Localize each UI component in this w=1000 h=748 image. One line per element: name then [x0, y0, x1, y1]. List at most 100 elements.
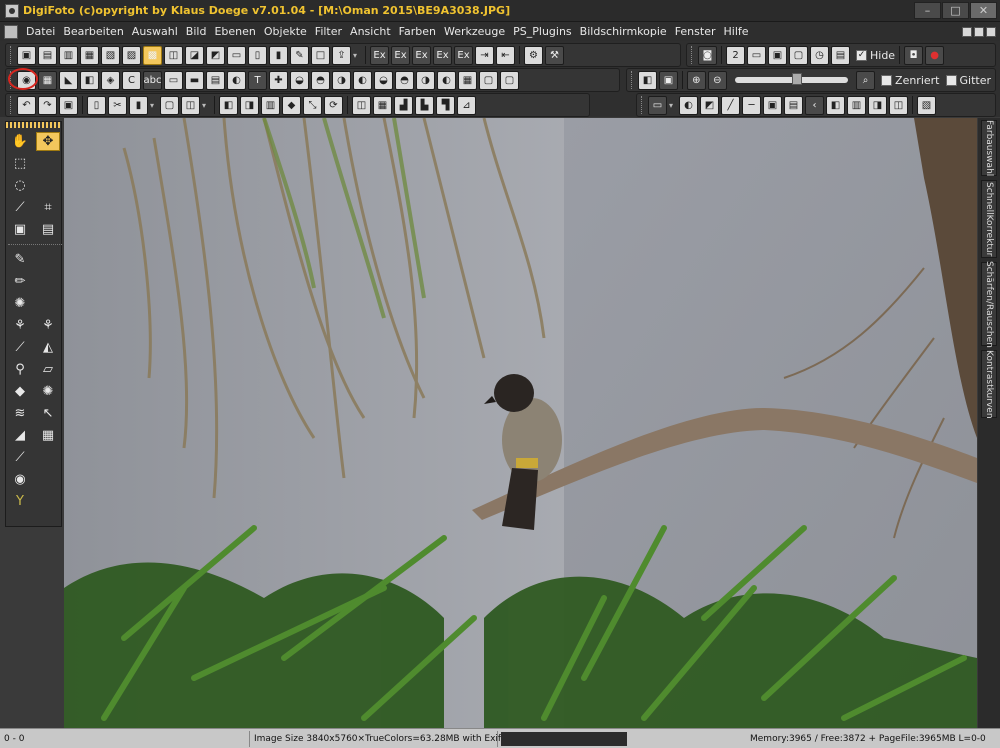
two-view-icon[interactable]: 2	[726, 45, 745, 65]
copy-icon[interactable]: C	[122, 70, 141, 90]
clone-stamp-tool-icon[interactable]: ⚘	[8, 316, 32, 335]
eye-7-icon[interactable]: ◑	[416, 70, 435, 90]
compare-icon[interactable]: ◫	[352, 95, 371, 115]
exif-4-icon[interactable]: Ex	[433, 45, 452, 65]
brush-shape-icon[interactable]: ◐	[679, 95, 698, 115]
save-icon[interactable]: ▦	[80, 45, 99, 65]
layers-icon[interactable]: ◩	[206, 45, 225, 65]
histogram-3-icon[interactable]: ▜	[436, 95, 455, 115]
undo-icon[interactable]: ↶	[17, 95, 36, 115]
grid-checkbox-box[interactable]	[945, 74, 957, 86]
gradient-eraser-tool-icon[interactable]: ◢	[8, 426, 32, 445]
dodge-tool-icon[interactable]: ⚲	[8, 360, 32, 379]
pen-line-icon[interactable]: ╱	[721, 95, 740, 115]
toolbar-grip[interactable]	[641, 96, 644, 114]
menu-farben[interactable]: Farben	[395, 25, 440, 38]
rounded-square-icon[interactable]: ▢	[500, 70, 519, 90]
paste-tool-icon[interactable]: ▤	[36, 220, 60, 239]
projector-icon[interactable]: ◘	[904, 45, 924, 65]
menu-auswahl[interactable]: Auswahl	[128, 25, 182, 38]
diagonal-icon[interactable]: ◩	[700, 95, 719, 115]
layer-merge-icon[interactable]: ◧	[80, 70, 99, 90]
image-frame-icon[interactable]: ▣	[763, 95, 782, 115]
arrow-left-icon[interactable]: ‹	[805, 95, 824, 115]
toolbar-grip[interactable]	[10, 71, 13, 89]
menu-objekte[interactable]: Objekte	[260, 25, 311, 38]
eraser-tool-icon[interactable]: ▱	[36, 360, 60, 379]
clipboard-icon[interactable]: ▯	[248, 45, 267, 65]
rectangle-shape-icon[interactable]: ▭	[648, 95, 667, 115]
distort-tool-icon[interactable]: ≋	[8, 404, 32, 423]
hide-checkbox-box[interactable]: ✓	[856, 49, 867, 61]
snapshot-icon[interactable]: ▣	[59, 95, 78, 115]
measure-icon[interactable]: ⊿	[457, 95, 476, 115]
document-copy-icon[interactable]: ▮	[269, 45, 288, 65]
frame-icon[interactable]: ▭	[164, 70, 183, 90]
tab-farbauswahl[interactable]: Farbauswahl	[981, 120, 997, 176]
open-folder-icon[interactable]: ▤	[38, 45, 57, 65]
maximize-button[interactable]: □	[942, 2, 969, 19]
menu-datei[interactable]: Datei	[22, 25, 59, 38]
menu-ansicht[interactable]: Ansicht	[346, 25, 395, 38]
effect-icon[interactable]: ◈	[101, 70, 120, 90]
browser-icon[interactable]: ◫	[164, 45, 183, 65]
batch-icon[interactable]: ▦	[373, 95, 392, 115]
window-view-icon[interactable]: ▢	[789, 45, 808, 65]
share-icon[interactable]: ⇪	[332, 45, 351, 65]
balance-icon[interactable]: ▥	[261, 95, 280, 115]
centered-checkbox-box[interactable]	[881, 74, 893, 86]
pointer-tool-icon[interactable]: ↖	[36, 404, 60, 423]
document-icon[interactable]	[4, 24, 18, 39]
menu-ebenen[interactable]: Ebenen	[210, 25, 259, 38]
save-tool-icon[interactable]: ▣	[8, 220, 32, 239]
hide-checkbox[interactable]: ✓ Hide	[856, 49, 895, 62]
tools-icon[interactable]: ✎	[290, 45, 309, 65]
bucket-fill-tool-icon[interactable]: ◭	[36, 338, 60, 357]
save-as-icon[interactable]: ▧	[101, 45, 120, 65]
stamp-icon[interactable]: ◉	[17, 70, 36, 90]
exif-5-icon[interactable]: Ex	[454, 45, 473, 65]
toolbar-grip[interactable]	[631, 71, 634, 89]
text-abc-icon[interactable]: abc	[143, 70, 162, 90]
object-settings-icon[interactable]: ▧	[917, 95, 936, 115]
object-arrange-icon[interactable]: ◨	[868, 95, 887, 115]
histogram-2-icon[interactable]: ▙	[415, 95, 434, 115]
menu-filter[interactable]: Filter	[311, 25, 346, 38]
scanner-icon[interactable]: ◪	[185, 45, 204, 65]
grayscale-icon[interactable]: ◐	[227, 70, 246, 90]
settings-gear-icon[interactable]: ⚙	[524, 45, 543, 65]
eye-4-icon[interactable]: ◐	[353, 70, 372, 90]
brush-tool-icon[interactable]: ✎	[8, 250, 32, 269]
exif-1-icon[interactable]: Ex	[370, 45, 389, 65]
duplicate-dropdown-icon[interactable]: ▾	[202, 101, 210, 110]
smudge-tool-icon[interactable]: ✺	[8, 294, 32, 313]
tab-schnellkorrektur[interactable]: SchnellKorrektur	[981, 180, 997, 258]
eye-5-icon[interactable]: ◒	[374, 70, 393, 90]
toolbar-grip[interactable]	[10, 46, 13, 64]
histogram-1-icon[interactable]: ▟	[394, 95, 413, 115]
menu-fenster[interactable]: Fenster	[671, 25, 720, 38]
gradient-icon[interactable]: ◣	[59, 70, 78, 90]
pencil-tool-icon[interactable]: ✏	[8, 272, 32, 291]
heal-tool-icon[interactable]: ⚘	[36, 316, 60, 335]
panorama-icon[interactable]: ▬	[185, 70, 204, 90]
open-recent-icon[interactable]: ▥	[59, 45, 78, 65]
eye-8-icon[interactable]: ◐	[437, 70, 456, 90]
print-icon[interactable]: ▨	[122, 45, 141, 65]
zoom-out-icon[interactable]: ⊖	[707, 70, 727, 90]
record-icon[interactable]: ●	[925, 45, 945, 65]
paste-icon[interactable]: ▮	[129, 95, 148, 115]
camera-icon[interactable]: ◙	[698, 45, 717, 65]
text-frame-icon[interactable]: ▤	[784, 95, 803, 115]
toolbar-grip[interactable]	[10, 96, 13, 114]
image-canvas[interactable]	[64, 118, 977, 728]
mdi-restore-button[interactable]	[974, 26, 984, 37]
curves-icon[interactable]: ◨	[240, 95, 259, 115]
object-copy-icon[interactable]: ◫	[889, 95, 908, 115]
copy-doc-icon[interactable]: ▯	[87, 95, 106, 115]
import-icon[interactable]: ⇤	[496, 45, 515, 65]
zoom-fit-icon[interactable]: ▣	[658, 70, 678, 90]
eye-6-icon[interactable]: ◓	[395, 70, 414, 90]
copy-layer-icon[interactable]: ◧	[637, 70, 657, 90]
menu-bildschirmkopie[interactable]: Bildschirmkopie	[576, 25, 671, 38]
